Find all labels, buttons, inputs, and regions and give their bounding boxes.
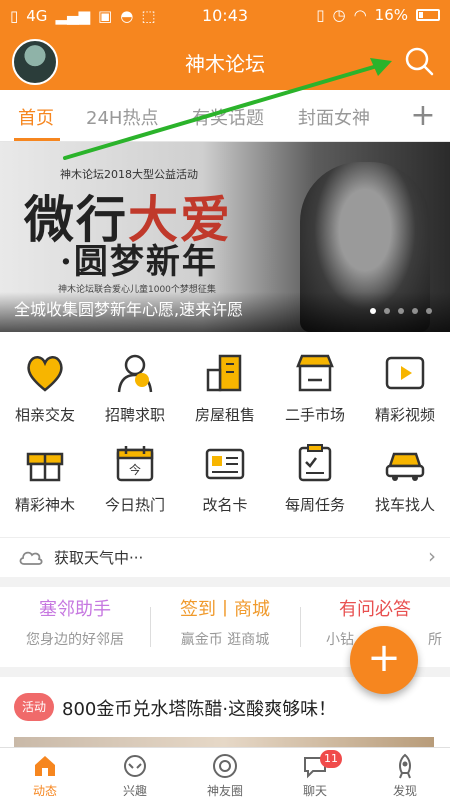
- nav-chat[interactable]: 11 聊天: [270, 750, 360, 799]
- grid-item-weekly-tasks[interactable]: 每周任务: [270, 440, 360, 515]
- task-icon: [298, 444, 332, 482]
- grid-label: 二手市场: [284, 406, 345, 424]
- banner-caption: 全城收集圆梦新年心愿,速来许愿: [14, 300, 244, 319]
- chevron-right-icon: ›: [428, 544, 436, 568]
- feature-title: 签到丨商城: [180, 599, 270, 620]
- grid-item-jobs[interactable]: 招聘求职: [90, 350, 180, 425]
- feature-neighbor-helper[interactable]: 塞邻助手 您身边的好邻居: [0, 595, 150, 649]
- tab-indicator: [14, 138, 60, 141]
- category-tabs: 首页 24H热点 有奖话题 封面女神 +: [0, 90, 450, 142]
- app-title: 神木论坛: [185, 52, 265, 76]
- grid-item-shenmu[interactable]: 精彩神木: [0, 440, 90, 515]
- tab-cover-goddess[interactable]: 封面女神: [298, 104, 370, 130]
- search-icon[interactable]: [402, 44, 436, 78]
- grid-item-secondhand[interactable]: 二手市场: [270, 350, 360, 425]
- activity-badge: 活动: [14, 693, 54, 721]
- grid-item-today-hot[interactable]: 今 今日热门: [90, 440, 180, 515]
- nav-interests[interactable]: 兴趣: [90, 752, 180, 799]
- person-icon: [117, 354, 153, 393]
- rocket-icon: [399, 753, 411, 779]
- vibrate-icon: ▯: [316, 6, 325, 24]
- camera-icon: [213, 754, 237, 778]
- grid-item-carpool[interactable]: 找车找人: [360, 440, 450, 515]
- banner-carousel[interactable]: 神木论坛2018大型公益活动 微行大爱 ·圆梦新年 神木论坛联合爱心儿童1000…: [0, 142, 450, 332]
- gift-icon: [26, 452, 64, 482]
- nav-discover[interactable]: 发现: [360, 752, 450, 799]
- card-icon: [205, 448, 245, 480]
- svg-text:今: 今: [129, 462, 141, 477]
- add-tab-button[interactable]: +: [410, 98, 436, 133]
- grid-label: 相亲交友: [14, 406, 75, 424]
- feature-title: 有问必答: [339, 599, 411, 620]
- weather-row[interactable]: 获取天气中··· ›: [0, 537, 450, 577]
- feature-grid: 相亲交友 招聘求职 房屋租售 二手市场 精彩视频 精彩神木 今 今日热门 改名卡…: [0, 332, 450, 537]
- carousel-dot: [384, 308, 390, 314]
- battery-icon: [416, 9, 440, 21]
- wifi-icon: ◠: [353, 6, 367, 24]
- nav-friends-circle[interactable]: 神友圈: [180, 752, 270, 799]
- grid-item-rename-card[interactable]: 改名卡: [180, 440, 270, 515]
- news-headline: 800金币兑水塔陈醋·这酸爽够味！: [62, 699, 337, 720]
- feature-title: 塞邻助手: [39, 599, 111, 620]
- nav-label: 神友圈: [206, 784, 243, 798]
- unread-badge: 11: [320, 750, 342, 768]
- nav-label: 兴趣: [122, 784, 147, 798]
- home-icon: [35, 756, 55, 776]
- grid-label: 每周任务: [284, 496, 345, 514]
- nav-label: 动态: [32, 784, 57, 798]
- calendar-icon: 今: [116, 446, 154, 482]
- grid-item-videos[interactable]: 精彩视频: [360, 350, 450, 425]
- building-icon: [206, 354, 242, 392]
- feature-subtitle: 赢金币 逛商城: [180, 632, 270, 648]
- banner-headline-2: ·圆梦新年: [60, 242, 218, 282]
- cloud-icon: [19, 551, 43, 565]
- weather-text: 获取天气中···: [54, 549, 144, 567]
- battery-percent: 16%: [374, 6, 408, 24]
- carousel-dot: [398, 308, 404, 314]
- feature-subtitle-left: 小钻: [326, 632, 354, 648]
- grid-label: 精彩神木: [14, 496, 75, 514]
- nav-label: 聊天: [302, 784, 327, 798]
- shop-icon: [296, 354, 334, 392]
- grid-label: 房屋租售: [194, 406, 255, 424]
- carousel-dots: [370, 308, 432, 314]
- feature-subtitle: 您身边的好邻居: [26, 632, 124, 648]
- heart-icon: [27, 356, 63, 392]
- grid-item-dating[interactable]: 相亲交友: [0, 350, 90, 425]
- grid-label: 招聘求职: [104, 406, 165, 424]
- feature-subtitle-right: 所: [428, 632, 442, 648]
- grid-label: 改名卡: [202, 496, 248, 514]
- app-bar: 神木论坛: [0, 32, 450, 90]
- nav-feed[interactable]: 动态: [0, 752, 90, 799]
- carousel-dot: [412, 308, 418, 314]
- nav-label: 发现: [392, 784, 417, 798]
- tab-home[interactable]: 首页: [18, 104, 54, 130]
- grid-item-housing[interactable]: 房屋租售: [180, 350, 270, 425]
- interest-icon: [124, 755, 146, 777]
- carousel-dot: [370, 308, 376, 314]
- car-icon: [385, 452, 425, 481]
- grid-label: 精彩视频: [374, 406, 435, 424]
- tab-prize-topics[interactable]: 有奖话题: [192, 104, 264, 130]
- grid-label: 今日热门: [104, 496, 165, 514]
- bottom-nav: 动态 兴趣 神友圈 11 聊天 发现: [0, 747, 450, 800]
- status-bar: ▯ 4G ▂▄▆ ▣ ◓ ⬚ 10:43 ▯ ◷ ◠ 16%: [0, 0, 450, 32]
- alarm-icon: ◷: [332, 6, 346, 24]
- compose-button[interactable]: +: [350, 626, 418, 694]
- grid-label: 找车找人: [374, 496, 435, 514]
- news-thumbnail: [14, 737, 434, 747]
- carousel-dot: [426, 308, 432, 314]
- feature-signin-mall[interactable]: 签到丨商城 赢金币 逛商城: [150, 595, 300, 649]
- video-icon: [385, 356, 425, 390]
- tab-24h-hot[interactable]: 24H热点: [86, 104, 158, 130]
